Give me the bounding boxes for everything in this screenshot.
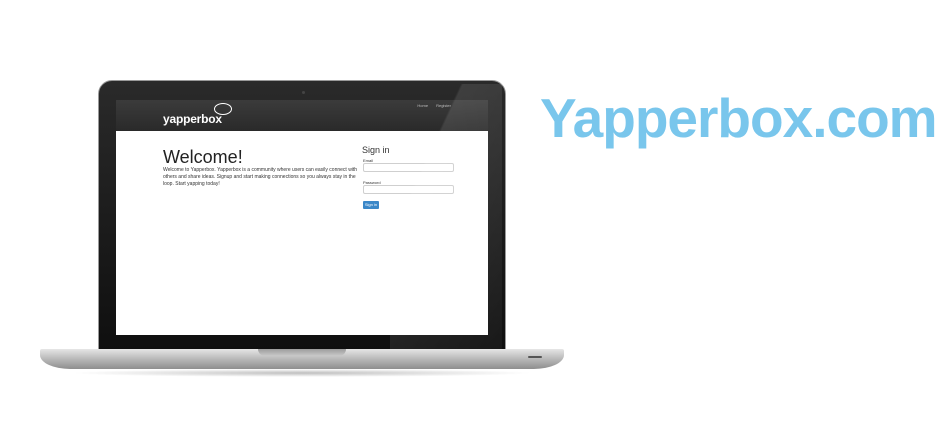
signin-button[interactable]: Sign in [363,201,379,209]
nav-register-link[interactable]: Register [436,103,451,108]
camera-icon [302,91,305,94]
laptop-opening-notch [258,349,346,356]
site-headline: Yapperbox.com [540,87,938,149]
laptop-shadow [70,369,534,377]
laptop-screen: yapperbox Home Register Welcome! Welcome… [116,100,488,335]
welcome-paragraph: Welcome to Yapperbox. Yapperbox is a com… [163,167,358,187]
email-field[interactable] [363,163,454,172]
welcome-heading: Welcome! [163,147,243,167]
password-field[interactable] [363,185,454,194]
site-navbar: yapperbox Home Register [116,100,488,131]
nav-home-link[interactable]: Home [417,103,428,108]
nav-links: Home Register [417,103,451,108]
sleep-indicator [528,356,542,358]
signin-heading: Sign in [362,145,390,155]
speech-bubble-icon [214,103,232,115]
site-logo[interactable]: yapperbox [163,112,222,126]
